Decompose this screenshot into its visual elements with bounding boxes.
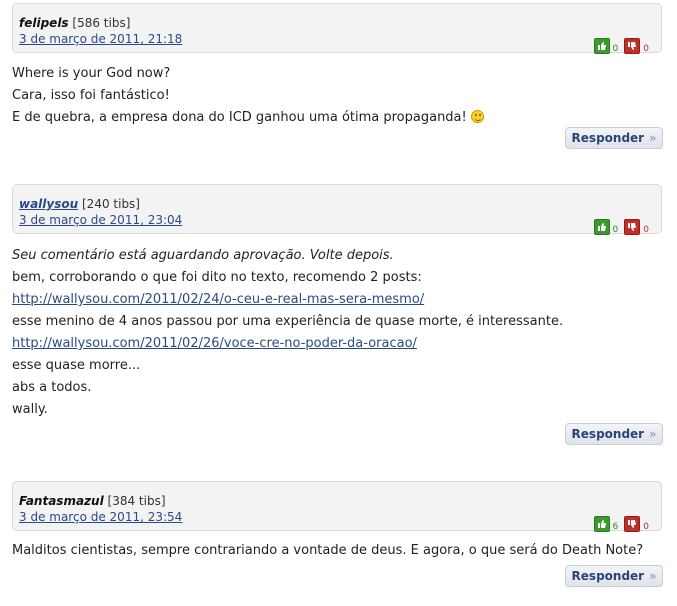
author-tibs: [586 tibs] xyxy=(72,16,131,30)
reply-button[interactable]: Responder » xyxy=(565,423,663,445)
downvote-count: 0 xyxy=(643,44,649,54)
comment-link[interactable]: http://wallysou.com/2011/02/26/voce-cre-… xyxy=(12,336,417,351)
vote-bar: 6 0 xyxy=(593,514,653,532)
comment-text-line: esse menino de 4 anos passou por uma exp… xyxy=(12,314,564,329)
comment-body: Malditos cientistas, sempre contrariando… xyxy=(12,540,652,562)
thumbs-down-icon[interactable] xyxy=(624,516,641,532)
comment-text: E de quebra, a empresa dona do ICD ganho… xyxy=(12,110,467,125)
reply-button[interactable]: Responder » xyxy=(565,127,663,149)
comment-text-line: Malditos cientistas, sempre contrariando… xyxy=(12,543,644,558)
downvote-count: 0 xyxy=(643,225,649,235)
reply-button[interactable]: Responder » xyxy=(565,565,663,587)
moderation-notice: Seu comentário está aguardando aprovação… xyxy=(12,248,394,263)
comment-body: Where is your God now? Cara, isso foi fa… xyxy=(12,63,652,129)
thumbs-down-icon[interactable] xyxy=(624,38,641,54)
author-name: felipels xyxy=(19,16,69,30)
comment-text-line: bem, corroborando o que foi dito no text… xyxy=(12,270,422,285)
reply-label: Responder xyxy=(571,131,645,145)
thumbs-up-icon[interactable] xyxy=(593,38,610,54)
thumbs-up-icon[interactable] xyxy=(593,516,610,532)
reply-label: Responder xyxy=(571,427,645,441)
chevron-right-icon: » xyxy=(649,131,657,145)
comment-body: Seu comentário está aguardando aprovação… xyxy=(12,245,652,421)
comment-link[interactable]: http://wallysou.com/2011/02/24/o-ceu-e-r… xyxy=(12,292,424,307)
vote-bar: 0 0 xyxy=(593,217,653,235)
comment-date-link[interactable]: 3 de março de 2011, 21:18 xyxy=(19,32,182,46)
author-tibs: [384 tibs] xyxy=(107,494,166,508)
comment-date-link[interactable]: 3 de março de 2011, 23:04 xyxy=(19,213,182,227)
comment-header: felipels [586 tibs] 3 de março de 2011, … xyxy=(12,3,662,54)
comment-header: Fantasmazul [384 tibs] 3 de março de 201… xyxy=(12,481,662,532)
upvote-count: 0 xyxy=(612,44,619,54)
smiley-icon xyxy=(470,110,484,123)
upvote-count: 0 xyxy=(612,225,619,235)
vote-bar: 0 0 xyxy=(593,36,653,54)
author-name: Fantasmazul xyxy=(19,494,104,508)
comment-text-line: esse quase morre... xyxy=(12,358,141,373)
comment-link-line: http://wallysou.com/2011/02/24/o-ceu-e-r… xyxy=(12,289,652,311)
downvote-count: 0 xyxy=(643,522,649,532)
comment-link-line: http://wallysou.com/2011/02/26/voce-cre-… xyxy=(12,333,652,355)
comment-text-line: wally. xyxy=(12,402,48,417)
chevron-right-icon: » xyxy=(649,427,657,441)
author-line: Fantasmazul [384 tibs] xyxy=(19,494,166,508)
comment-text-line: Cara, isso foi fantástico! xyxy=(12,88,170,103)
reply-label: Responder xyxy=(571,569,645,583)
comment-text-line: Where is your God now? xyxy=(12,66,171,81)
upvote-count: 6 xyxy=(612,522,619,532)
author-line: wallysou [240 tibs] xyxy=(19,197,140,211)
author-tibs: [240 tibs] xyxy=(82,197,140,211)
comment-text-line: abs a todos. xyxy=(12,380,92,395)
comment-text-line: E de quebra, a empresa dona do ICD ganho… xyxy=(12,107,652,129)
chevron-right-icon: » xyxy=(649,569,657,583)
comment-date-link[interactable]: 3 de março de 2011, 23:54 xyxy=(19,510,182,524)
comment-header: wallysou [240 tibs] 3 de março de 2011, … xyxy=(12,184,662,235)
thumbs-down-icon[interactable] xyxy=(624,219,641,235)
thumbs-up-icon[interactable] xyxy=(593,219,610,235)
author-line: felipels [586 tibs] xyxy=(19,16,130,30)
author-name-link[interactable]: wallysou xyxy=(19,197,78,211)
